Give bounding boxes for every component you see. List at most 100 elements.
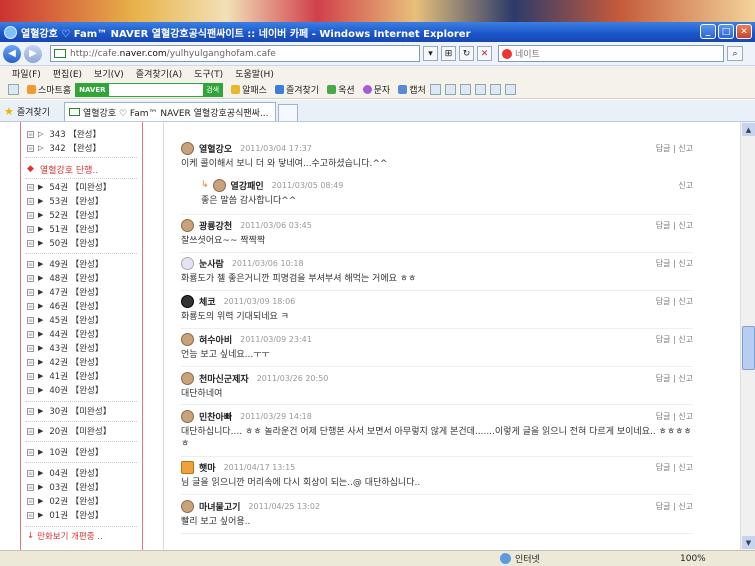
dropdown-icon[interactable]: ▾: [423, 46, 438, 61]
comment-actions[interactable]: 답글 | 신고: [656, 462, 693, 473]
avatar: [181, 460, 194, 474]
security-zone: 인터넷: [500, 552, 540, 565]
comment-author[interactable]: 열강패인: [231, 179, 264, 192]
comment-text: 이케 콜이해서 보니 더 와 닿네여...수고하셨습니다.^^: [181, 159, 388, 169]
alpass-button[interactable]: 알패스: [231, 83, 267, 96]
sidebar-item[interactable]: ≡ ▶ 01권 【완성】: [27, 509, 103, 521]
menu-file[interactable]: 파일(F): [12, 67, 41, 80]
comment-actions[interactable]: 신고: [678, 180, 693, 191]
sidebar-menu: ≡ ▷ 343 【완성】 ≡ ▷ 342 【완성】 ◆ 열혈강호 단행.. ≡ ▶ 54권 【…: [20, 122, 143, 550]
search-input[interactable]: 네이트: [498, 45, 724, 62]
menu-edit[interactable]: 편집(E): [53, 67, 82, 80]
status-bar: 인터넷 100%: [0, 550, 755, 566]
menu-view[interactable]: 보기(V): [94, 67, 124, 80]
zoom-level[interactable]: 100%: [680, 554, 706, 564]
sidebar-item[interactable]: ≡ ▶ 52권 【완성】: [27, 209, 103, 221]
toolbar-options-icon[interactable]: [8, 84, 19, 95]
comment-item: 햇마 2011/04/17 13:15 답글 | 신고 님 글을 읽으니깐 머리속에…: [181, 460, 693, 488]
smart-home-button[interactable]: 스마트홈: [27, 83, 71, 96]
sidebar-item[interactable]: ≡ ▶ 03권 【완성】: [27, 481, 103, 493]
sidebar-item[interactable]: ≡ ▶ 50권 【완성】: [27, 237, 103, 249]
sidebar-item-bottom[interactable]: ↓ 만화보기 개편중 ..: [27, 530, 103, 542]
back-button[interactable]: ◀: [3, 44, 21, 63]
comment-author[interactable]: 눈사람: [199, 257, 224, 270]
sidebar-item[interactable]: ≡ ▷ 342 【완성】: [27, 142, 101, 154]
minimize-button[interactable]: _: [700, 24, 716, 39]
vertical-scrollbar[interactable]: ▲ ▼: [740, 122, 755, 550]
sidebar-item[interactable]: ≡ ▶ 53권 【완성】: [27, 195, 103, 207]
sidebar-item[interactable]: ≡ ▶ 41권 【완성】: [27, 370, 103, 382]
nate-icon: [502, 48, 512, 59]
sidebar-item[interactable]: ≡ ▶ 43권 【완성】: [27, 342, 103, 354]
toolbar-icon-6[interactable]: [504, 84, 516, 95]
sidebar-item[interactable]: ≡ ▶ 54권 【미완성】: [27, 181, 111, 193]
favorites-button[interactable]: ★ 즐겨찾기: [0, 101, 50, 121]
tab-cafe[interactable]: 열혈강호 ♡ Fam™ NAVER 열혈강호공식팬싸...: [64, 102, 276, 121]
sidebar-item[interactable]: ≡ ▶ 48권 【완성】: [27, 272, 103, 284]
comment-actions[interactable]: 답글 | 신고: [656, 411, 693, 422]
comment-item: 광룡강천 2011/03/06 03:45 답글 | 신고 잘쓰셧어요~~ 짝짝짝: [181, 218, 693, 246]
sidebar-item[interactable]: ≡ ▶ 02권 【완성】: [27, 495, 103, 507]
comment-author[interactable]: 천마신군제자: [199, 372, 249, 385]
sidebar-section-title[interactable]: ◆ 열혈강호 단행..: [27, 163, 98, 176]
comment-author[interactable]: 마녀물고기: [199, 500, 240, 513]
new-tab-button[interactable]: [278, 104, 298, 121]
address-input[interactable]: http://cafe. naver.com/yulhyulganghofam.c…: [50, 45, 420, 62]
avatar: [181, 256, 194, 270]
comment-author[interactable]: 햇마: [199, 461, 216, 474]
comment-actions[interactable]: 답글 | 신고: [656, 258, 693, 269]
sidebar-item[interactable]: ≡ ▶ 10권 【완성】: [27, 446, 103, 458]
sidebar-item[interactable]: ≡ ▶ 49권 【완성】: [27, 258, 103, 270]
comment-author[interactable]: 체코: [199, 295, 216, 308]
auction-button[interactable]: 옥션: [327, 83, 355, 96]
sidebar-item[interactable]: ≡ ▶ 44권 【완성】: [27, 328, 103, 340]
comment-actions[interactable]: 답글 | 신고: [656, 501, 693, 512]
sms-button[interactable]: 문자: [362, 83, 390, 96]
comment-item: 열혈강오 2011/03/04 17:37 답글 | 신고 이케 콜이해서 보니 더…: [181, 141, 693, 169]
toolbar-icon-1[interactable]: [429, 84, 441, 95]
comment-author[interactable]: 민찬아빠: [199, 410, 232, 423]
sidebar-item[interactable]: ≡ ▶ 20권 【미완성】: [27, 425, 111, 437]
scroll-thumb[interactable]: [742, 326, 755, 370]
comment-actions[interactable]: 답글 | 신고: [656, 220, 693, 231]
sidebar-item[interactable]: ≡ ▶ 30권 【미완성】: [27, 405, 111, 417]
sidebar-item[interactable]: ≡ ▶ 42권 【완성】: [27, 356, 103, 368]
comment-author[interactable]: 광룡강천: [199, 219, 232, 232]
sidebar-item[interactable]: ≡ ▶ 04권 【완성】: [27, 467, 103, 479]
refresh-icon[interactable]: ↻: [459, 46, 474, 61]
naver-search-button[interactable]: 검색: [203, 83, 223, 96]
toolbar-icon-4[interactable]: [474, 84, 486, 95]
sidebar-item[interactable]: ≡ ▶ 51권 【완성】: [27, 223, 103, 235]
avatar: [181, 332, 194, 346]
stop-icon[interactable]: ✕: [477, 46, 492, 61]
comment-actions[interactable]: 답글 | 신고: [656, 296, 693, 307]
capture-button[interactable]: 캡처: [398, 83, 426, 96]
menu-favorites[interactable]: 즐겨찾기(A): [136, 67, 182, 80]
naver-search-input[interactable]: NAVER 검색: [75, 82, 224, 97]
sidebar-item[interactable]: ≡ ▷ 343 【완성】: [27, 128, 101, 140]
comment-author[interactable]: 열혈강오: [199, 142, 232, 155]
favorites-toolbar-button[interactable]: 즐겨찾기: [274, 83, 319, 96]
toolbar-icon-2[interactable]: [444, 84, 456, 95]
sidebar-item[interactable]: ≡ ▶ 47권 【완성】: [27, 286, 103, 298]
menu-help[interactable]: 도움말(H): [235, 67, 274, 80]
scroll-up-icon[interactable]: ▲: [742, 123, 755, 136]
search-icon[interactable]: ⌕: [727, 46, 743, 61]
comment-author[interactable]: 혀수아비: [199, 333, 232, 346]
comment-actions[interactable]: 답글 | 신고: [656, 143, 693, 154]
toolbar-icon-3[interactable]: [459, 84, 471, 95]
comment-actions[interactable]: 답글 | 신고: [656, 334, 693, 345]
forward-button[interactable]: ▶: [24, 44, 42, 63]
comment-actions[interactable]: 답글 | 신고: [656, 373, 693, 384]
sidebar-item[interactable]: ≡ ▶ 46권 【완성】: [27, 300, 103, 312]
reply-arrow-icon: ↳: [201, 180, 209, 190]
menu-tools[interactable]: 도구(T): [194, 67, 223, 80]
star-icon: ★: [4, 104, 14, 118]
maximize-button[interactable]: □: [718, 24, 734, 39]
sidebar-item[interactable]: ≡ ▶ 45권 【완성】: [27, 314, 103, 326]
scroll-down-icon[interactable]: ▼: [742, 536, 755, 549]
compat-icon[interactable]: ⊞: [441, 46, 456, 61]
toolbar-icon-5[interactable]: [489, 84, 501, 95]
close-button[interactable]: ✕: [736, 24, 752, 39]
sidebar-item[interactable]: ≡ ▶ 40권 【완성】: [27, 384, 103, 396]
